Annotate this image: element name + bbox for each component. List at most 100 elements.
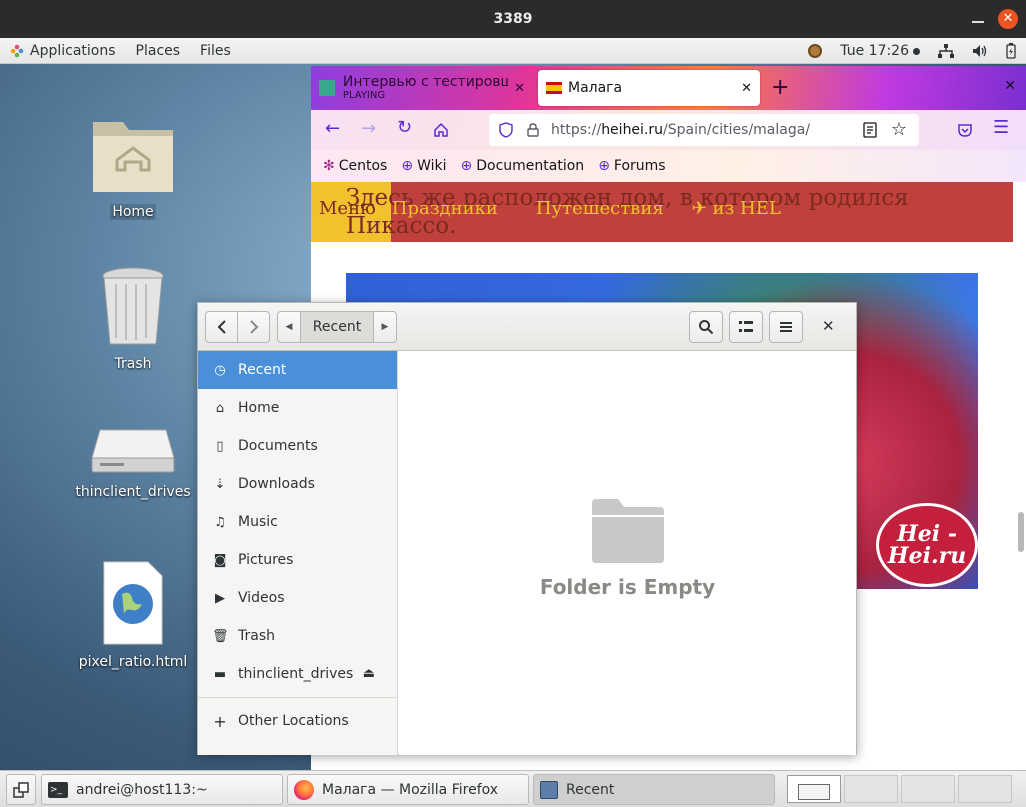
reload-button[interactable]: ↻: [397, 117, 412, 138]
workspace-4[interactable]: [958, 775, 1012, 803]
top-bar: Applications Places Files Tue 17:26: [0, 38, 1026, 64]
tab-close-icon[interactable]: ✕: [514, 81, 525, 96]
site-menu-item[interactable]: Праздники: [392, 198, 498, 219]
bookmarks-toolbar: ✻ Centos ⊕ Wiki ⊕ Documentation ⊕ Forums: [311, 150, 1026, 182]
desktop-icon-drives[interactable]: thinclient_drives: [68, 426, 198, 500]
task-firefox[interactable]: Малага — Mozilla Firefox: [287, 774, 529, 805]
battery-icon[interactable]: [1006, 43, 1016, 59]
bookmark-label: Centos: [338, 158, 388, 174]
globe-icon: ⊕: [401, 158, 414, 174]
pocket-icon[interactable]: [957, 122, 973, 138]
workspace-1[interactable]: [787, 775, 841, 803]
sidebar-separator: [198, 697, 397, 698]
applications-menu[interactable]: Applications: [0, 43, 126, 59]
tab-favicon: [319, 80, 335, 96]
forward-button[interactable]: [237, 311, 270, 343]
desktop-icon-label: Trash: [114, 356, 152, 372]
hamburger-icon: [780, 322, 792, 332]
volume-icon[interactable]: [972, 44, 988, 58]
desktop-icon-home[interactable]: Home: [68, 108, 198, 220]
show-desktop-button[interactable]: [6, 774, 36, 805]
eject-icon[interactable]: ⏏: [363, 666, 375, 681]
close-window-icon[interactable]: ✕: [1004, 78, 1016, 94]
search-button[interactable]: [689, 311, 723, 343]
bookmark-documentation[interactable]: ⊕ Documentation: [461, 158, 585, 174]
back-button[interactable]: [205, 311, 238, 343]
sidebar-item-documents[interactable]: ▯ Documents: [198, 427, 397, 465]
folder-home-icon: [93, 122, 173, 192]
desktop-icon-html-file[interactable]: pixel_ratio.html: [68, 560, 198, 670]
sidebar-item-thinclient-drives[interactable]: ▬ thinclient_drives ⏏: [198, 655, 397, 693]
desktop-icon-label: Home: [110, 204, 156, 220]
desktop-icon-trash[interactable]: Trash: [68, 266, 198, 372]
task-label: Малага — Mozilla Firefox: [322, 781, 499, 798]
close-window-button[interactable]: ✕: [998, 9, 1018, 29]
workspace-3[interactable]: [901, 775, 955, 803]
sidebar-item-pictures[interactable]: ◙ Pictures: [198, 541, 397, 579]
bookmark-wiki[interactable]: ⊕ Wiki: [401, 158, 446, 174]
sidebar-item-downloads[interactable]: ⇣ Downloads: [198, 465, 397, 503]
reader-view-icon[interactable]: [863, 122, 877, 138]
bookmark-label: Wiki: [417, 158, 447, 174]
path-button-recent[interactable]: Recent: [300, 311, 374, 343]
html-file-icon: [103, 561, 163, 645]
clock[interactable]: Tue 17:26: [840, 43, 920, 59]
sidebar-item-music[interactable]: ♫ Music: [198, 503, 397, 541]
minimize-icon[interactable]: [972, 21, 984, 23]
file-view[interactable]: Folder is Empty: [399, 351, 856, 755]
bookmark-forums[interactable]: ⊕ Forums: [598, 158, 665, 174]
sidebar-item-home[interactable]: ⌂ Home: [198, 389, 397, 427]
home-button[interactable]: [433, 122, 449, 138]
tab-close-icon[interactable]: ✕: [741, 81, 752, 96]
back-button[interactable]: ←: [325, 118, 340, 139]
view-mode-button[interactable]: [729, 311, 763, 343]
chevron-right-icon: [249, 320, 258, 334]
sidebar-item-label: Documents: [238, 438, 318, 454]
menu-button[interactable]: [769, 311, 803, 343]
sidebar-item-videos[interactable]: ▶ Videos: [198, 579, 397, 617]
tab-interview[interactable]: Интервью с тестировщик PLAYING ✕: [311, 70, 533, 106]
forward-button[interactable]: →: [361, 118, 376, 139]
workspace-2[interactable]: [844, 775, 898, 803]
site-menu-item[interactable]: Меню: [319, 198, 376, 219]
path-right-arrow[interactable]: ▶: [373, 311, 397, 343]
url-text[interactable]: https://heihei.ru/Spain/cities/malaga/: [551, 122, 810, 138]
desktop-icon-label: pixel_ratio.html: [78, 654, 188, 670]
page-scrollbar[interactable]: [1018, 512, 1024, 552]
sidebar-item-other-locations[interactable]: + Other Locations: [198, 702, 397, 740]
sidebar-item-recent[interactable]: ◷ Recent: [198, 351, 397, 389]
menu-icon[interactable]: ☰: [993, 117, 1009, 138]
chevron-left-icon: [217, 320, 226, 334]
path-label: Recent: [312, 319, 362, 335]
sidebar-item-label: Downloads: [238, 476, 315, 492]
tab-malaga[interactable]: Малага ✕: [538, 70, 760, 106]
sidebar-item-trash[interactable]: 🗑 Trash: [198, 617, 397, 655]
files-label: Files: [200, 42, 231, 59]
download-icon: ⇣: [214, 476, 226, 492]
bookmark-star-icon[interactable]: ☆: [891, 119, 907, 140]
task-terminal[interactable]: >_ andrei@host113:~: [41, 774, 283, 805]
site-menu-item[interactable]: ✈ из HEL: [692, 198, 781, 219]
new-tab-button[interactable]: +: [771, 75, 789, 100]
document-icon: ▯: [216, 438, 224, 454]
shield-icon[interactable]: [499, 122, 513, 138]
path-left-arrow[interactable]: ◀: [277, 311, 301, 343]
tab-title: Малага: [568, 80, 623, 96]
sidebar-item-label: Pictures: [238, 552, 294, 568]
close-dialog-button[interactable]: ✕: [822, 317, 835, 335]
bookmark-label: Forums: [613, 158, 666, 174]
search-icon: [699, 320, 714, 335]
window-title: 3389: [493, 11, 533, 27]
desktop-icon-label: thinclient_drives: [75, 484, 191, 500]
files-menu[interactable]: Files: [190, 43, 241, 59]
site-menu: Меню Праздники Путешествия ✈ из HEL: [319, 198, 781, 219]
tab-title: Интервью с тестировщик: [342, 74, 509, 90]
bookmark-centos[interactable]: ✻ Centos: [323, 158, 387, 174]
task-files[interactable]: Recent: [533, 774, 775, 805]
places-menu[interactable]: Places: [126, 43, 191, 59]
network-icon[interactable]: [938, 44, 954, 58]
notification-icon[interactable]: [808, 44, 823, 58]
lock-icon[interactable]: [527, 123, 539, 137]
url-bar[interactable]: https://heihei.ru/Spain/cities/malaga/ ☆: [489, 114, 919, 146]
site-menu-item[interactable]: Путешествия: [536, 198, 664, 219]
